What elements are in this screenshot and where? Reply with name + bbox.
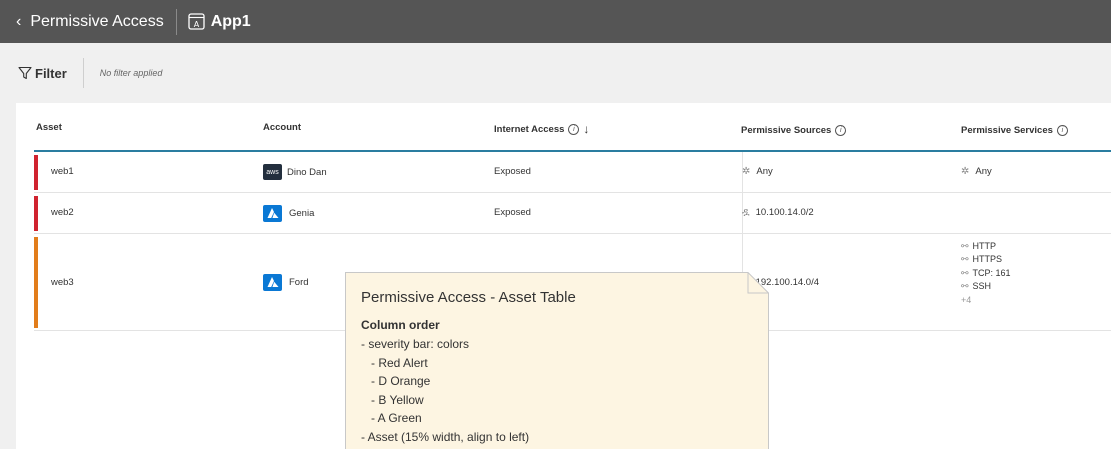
column-header-asset[interactable]: Asset	[36, 122, 62, 133]
sources-cell: ዷ 10.100.14.0/2	[742, 207, 814, 218]
filter-status: No filter applied	[99, 68, 163, 78]
app-icon: A	[188, 13, 205, 30]
top-bar: ‹ Permissive Access A App1	[0, 0, 1111, 43]
note-title: Permissive Access - Asset Table	[361, 289, 576, 306]
internet-access-value: Exposed	[494, 207, 531, 218]
note-line: - severity bar: colors	[361, 337, 470, 351]
severity-bar	[34, 237, 38, 328]
note-line: - Asset (15% width, align to left)	[361, 429, 530, 444]
note-subtitle: Column order	[361, 318, 440, 332]
source-value: 10.100.14.0/2	[755, 207, 814, 218]
service-value: Any	[975, 166, 992, 177]
table-row[interactable]: web2 Genia Exposed ዷ 10.100.14.0/2	[34, 193, 1111, 234]
service-item: ⚯ TCP: 161	[961, 267, 1011, 280]
service-value: HTTP	[972, 241, 997, 251]
asset-name[interactable]: web3	[51, 277, 74, 288]
service-item: ⚯ HTTPS	[961, 253, 1011, 266]
sources-cell: ✲ Any	[742, 166, 773, 177]
services-more-link[interactable]: +4	[961, 294, 1011, 307]
info-icon[interactable]: i	[835, 125, 847, 136]
link-icon: ⚯	[961, 241, 969, 251]
header-divider	[175, 8, 177, 35]
account-cell: Ford	[263, 274, 309, 291]
azure-logo-icon	[263, 205, 282, 222]
severity-bar	[34, 155, 38, 190]
app-name: App1	[210, 12, 251, 30]
severity-bar	[34, 196, 38, 231]
chevron-left-icon: ‹	[16, 12, 22, 30]
service-item: ⚯ SSH	[961, 280, 1011, 293]
column-label: Asset	[36, 122, 62, 133]
note-content: Permissive Access - Asset Table Column o…	[361, 289, 576, 447]
app-title: A App1	[188, 13, 251, 31]
note-line: - A Green	[361, 411, 422, 426]
sort-down-icon[interactable]: ↓	[583, 122, 589, 136]
service-item: ⚯ HTTP	[961, 240, 1011, 253]
filter-bar: Filter No filter applied	[0, 43, 1111, 103]
service-value: TCP: 161	[972, 267, 1011, 278]
column-header-permissive-services[interactable]: Permissive Services i	[961, 125, 1068, 136]
back-label: Permissive Access	[30, 12, 164, 30]
internet-access-value: Exposed	[494, 166, 531, 177]
info-icon[interactable]: i	[568, 123, 580, 135]
filter-icon	[18, 66, 32, 80]
note-line: - D Orange	[361, 374, 431, 389]
column-label: Internet Access	[494, 123, 565, 135]
azure-logo-icon	[263, 274, 282, 291]
account-name: Ford	[289, 277, 309, 288]
table-header: Asset Account Internet Access i ↓ Permis…	[34, 103, 1111, 152]
filter-button[interactable]: Filter	[18, 66, 67, 81]
back-button[interactable]: ‹ Permissive Access	[0, 13, 164, 31]
services-cell: ✲ Any	[961, 166, 992, 177]
info-icon[interactable]: i	[1056, 125, 1068, 136]
svg-text:A: A	[193, 20, 199, 29]
column-header-internet-access[interactable]: Internet Access i ↓	[494, 122, 589, 136]
service-value: SSH	[972, 281, 992, 292]
link-icon: ⚯	[961, 254, 969, 265]
account-name: Dino Dan	[287, 166, 327, 178]
column-label: Account	[263, 122, 301, 133]
column-label: Permissive Sources	[741, 125, 832, 136]
network-icon: ዷ	[742, 207, 750, 218]
annotation-note: Permissive Access - Asset Table Column o…	[345, 272, 769, 449]
any-network-icon: ✲	[742, 166, 751, 177]
note-line: - B Yellow	[361, 392, 424, 407]
link-icon: ⚯	[961, 281, 969, 292]
column-label: Permissive Services	[961, 125, 1053, 136]
account-cell: aws Dino Dan	[263, 164, 327, 180]
filter-label: Filter	[35, 65, 67, 81]
filter-divider	[82, 58, 84, 88]
column-header-account[interactable]: Account	[263, 122, 301, 133]
note-line: - Red Alert	[361, 355, 428, 370]
aws-logo-icon: aws	[263, 164, 282, 180]
source-value: Any	[756, 166, 773, 177]
service-value: HTTPS	[972, 254, 1003, 265]
account-name: Genia	[289, 208, 315, 219]
services-list: ⚯ HTTP ⚯ HTTPS ⚯ TCP: 161 ⚯ SSH +4	[961, 240, 1011, 307]
account-cell: Genia	[263, 205, 314, 222]
asset-name[interactable]: web2	[51, 207, 74, 218]
column-header-permissive-sources[interactable]: Permissive Sources i	[741, 125, 847, 136]
any-network-icon: ✲	[961, 166, 970, 177]
asset-name[interactable]: web1	[51, 166, 74, 177]
link-icon: ⚯	[961, 267, 969, 278]
table-row[interactable]: web1 aws Dino Dan Exposed ✲ Any ✲ Any	[34, 152, 1111, 193]
